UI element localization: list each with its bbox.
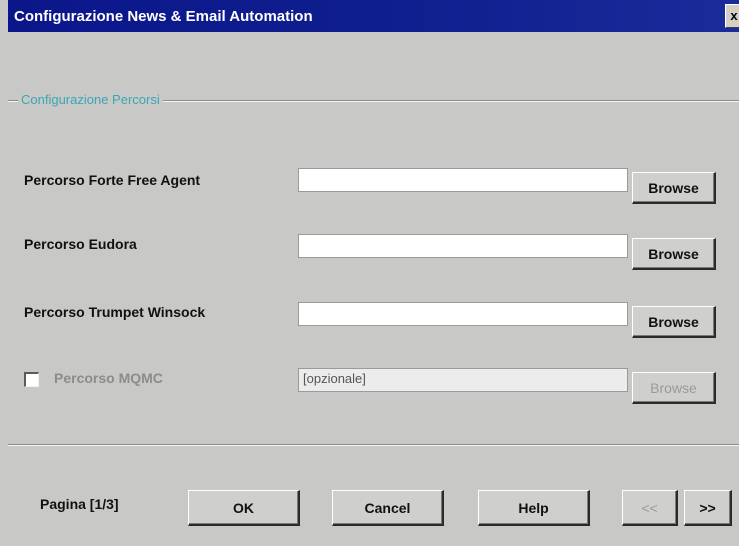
window-title: Configurazione News & Email Automation — [14, 8, 313, 25]
path-input-eudora[interactable] — [298, 234, 628, 258]
label-mqmc: Percorso MQMC — [54, 370, 163, 386]
browse-button-eudora[interactable]: Browse — [632, 238, 716, 270]
help-button[interactable]: Help — [478, 490, 590, 526]
group-label-percorsi: Configurazione Percorsi — [18, 92, 163, 107]
close-icon: x — [730, 8, 738, 23]
label-trumpet-winsock: Percorso Trumpet Winsock — [24, 304, 206, 320]
dialog-client-area: Configurazione Percorsi Percorso Forte F… — [8, 32, 739, 546]
cancel-button[interactable]: Cancel — [332, 490, 444, 526]
next-page-button[interactable]: >> — [684, 490, 732, 526]
page-indicator: Pagina [1/3] — [40, 496, 119, 512]
path-input-forte-free-agent[interactable] — [298, 168, 628, 192]
label-eudora: Percorso Eudora — [24, 236, 137, 252]
path-input-trumpet-winsock[interactable] — [298, 302, 628, 326]
browse-button-mqmc[interactable]: Browse — [632, 372, 716, 404]
footer-divider — [8, 444, 739, 446]
path-input-mqmc[interactable]: [opzionale] — [298, 368, 628, 392]
prev-page-button[interactable]: << — [622, 490, 678, 526]
label-forte-free-agent: Percorso Forte Free Agent — [24, 172, 201, 188]
close-button[interactable]: x — [725, 4, 739, 28]
browse-button-trumpet-winsock[interactable]: Browse — [632, 306, 716, 338]
dialog-window: Configurazione News & Email Automation x… — [0, 0, 739, 546]
mqmc-checkbox[interactable] — [24, 372, 39, 387]
title-bar[interactable]: Configurazione News & Email Automation x — [8, 0, 739, 32]
ok-button[interactable]: OK — [188, 490, 300, 526]
browse-button-forte-free-agent[interactable]: Browse — [632, 172, 716, 204]
